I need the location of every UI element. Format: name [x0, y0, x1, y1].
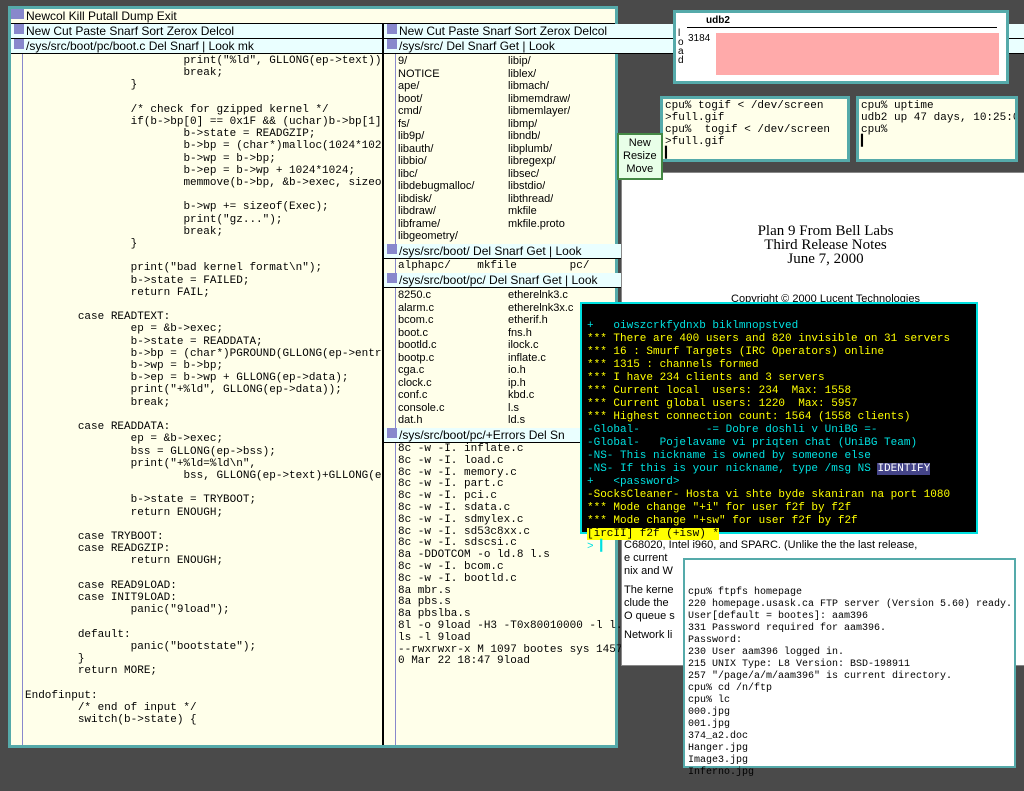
rio-menu[interactable]: New Resize Move	[617, 133, 663, 180]
cpu1-body[interactable]: cpu% togif < /dev/screen >full.gif cpu% …	[663, 99, 847, 161]
boot-c-tag[interactable]: /sys/src/boot/pc/boot.c Del Snarf | Look…	[11, 39, 382, 54]
ftp-terminal[interactable]: cpu% ftpfs homepage 220 homepage.usask.c…	[683, 558, 1016, 768]
scrollbar[interactable]	[384, 259, 396, 273]
cpu-term-1[interactable]: cpu% togif < /dev/screen >full.gif cpu% …	[660, 96, 850, 162]
stats-graph	[716, 33, 999, 75]
doc-title: Plan 9 From Bell Labs	[628, 224, 1023, 238]
col-tag-left[interactable]: New Cut Paste Snarf Sort Zerox Delcol	[11, 24, 382, 39]
scrollbar[interactable]	[11, 54, 23, 745]
irc-line: -Global- -= Dobre doshli v UniBG =- -Glo…	[587, 424, 917, 475]
irc-prompt[interactable]: > ▎	[587, 541, 609, 553]
cpu2-body[interactable]: cpu% uptime udb2 up 47 days, 10:25:04 cp…	[859, 99, 1015, 149]
menu-items[interactable]: New Resize Move	[623, 137, 657, 176]
ftp-body[interactable]: cpu% ftpfs homepage 220 homepage.usask.c…	[688, 587, 1011, 779]
boot-c-body[interactable]: print("%ld", GLLONG(ep->text)); break; }…	[23, 54, 382, 745]
doc-subtitle: Third Release Notes	[628, 238, 1023, 252]
scrollbar[interactable]	[384, 443, 396, 745]
irc-line: *** There are 400 users and 820 invisibl…	[587, 333, 950, 423]
acme-window[interactable]: Newcol Kill Putall Dump Exit New Cut Pas…	[8, 6, 618, 748]
scrollbar[interactable]	[384, 54, 396, 244]
stats-value: 3184	[688, 33, 710, 44]
irc-line: -SocksCleaner- Hosta vi shte byde skanir…	[587, 489, 950, 527]
irc-ident: IDENTIFY	[877, 463, 930, 475]
stats-side: l o a d	[678, 29, 684, 65]
acme-col-left[interactable]: New Cut Paste Snarf Sort Zerox Delcol /s…	[11, 24, 384, 745]
irc-line: + <password>	[587, 476, 679, 488]
stats-window[interactable]: udb2 3184 l o a d	[673, 10, 1009, 84]
scrollbar[interactable]	[384, 288, 396, 428]
doc-date: June 7, 2000	[628, 252, 1023, 266]
stats-label: udb2	[706, 15, 730, 26]
irc-terminal[interactable]: + oiwszcrkfydnxb biklmnopstved *** There…	[580, 302, 978, 534]
irc-status: [ircII] f2f (+isw) *	[587, 528, 719, 540]
acme-top-tag[interactable]: Newcol Kill Putall Dump Exit	[11, 9, 615, 24]
cpu-term-2[interactable]: cpu% uptime udb2 up 47 days, 10:25:04 cp…	[856, 96, 1018, 162]
irc-line: + oiwszcrkfydnxb biklmnopstved	[587, 320, 798, 332]
